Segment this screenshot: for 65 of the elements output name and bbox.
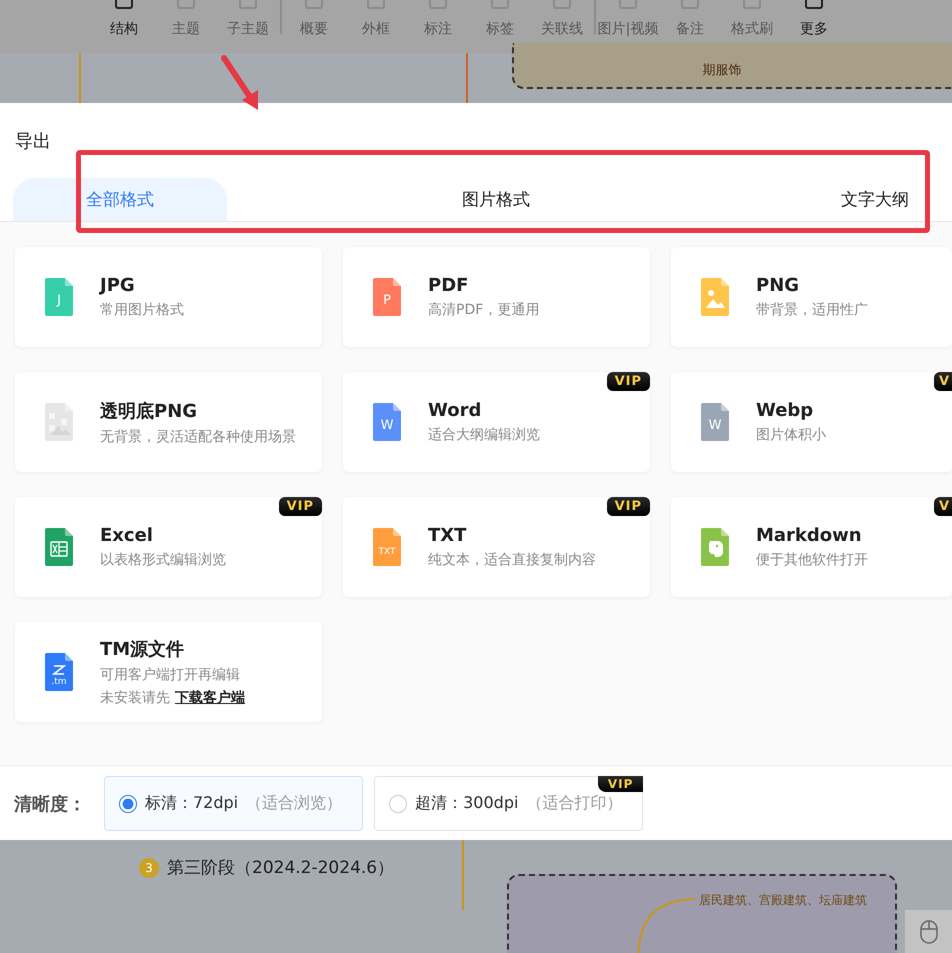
toolbar-button[interactable]: 更多 [783,0,845,38]
option-label: 标清：72dpi [145,793,238,814]
format-tab[interactable]: 图片格式 [227,178,765,221]
format-card[interactable]: J JPG 常用图片格式 [15,247,322,347]
vip-badge: VIP [606,497,650,516]
vip-badge: V [934,497,952,516]
format-description: 图片体积小 [756,426,826,444]
radio-button[interactable] [119,794,137,812]
format-card[interactable]: P PDF 高清PDF，更通用 [343,247,650,347]
vip-badge: VIP [278,497,322,516]
vip-badge: VIP [598,776,644,792]
format-description: 适合大纲编辑浏览 [428,426,540,444]
format-card[interactable]: PNG 带背景，适用性广 [671,247,952,347]
format-description: 无背景，灵活适配各种使用场景 [100,428,296,446]
file-icon: TXT [373,528,401,566]
option-note: （适合打印） [526,793,622,814]
format-name: TXT [428,525,468,546]
connector-line [637,896,697,953]
option-note: （适合浏览） [246,793,342,814]
file-icon: W [701,403,729,441]
vip-badge: V [934,372,952,391]
format-description: 高清PDF，更通用 [428,301,540,319]
format-card[interactable]: W Webp 图片体积小 V [671,372,952,472]
format-description: 便于其他软件打开 [756,551,868,569]
format-description: 纯文本，适合直接复制内容 [428,551,596,569]
format-card[interactable]: W Word 适合大纲编辑浏览 VIP [343,372,650,472]
radio-button[interactable] [389,794,408,812]
mindmap-node: 期服饰 [512,43,952,89]
node-label: 居民建筑、宫殿建筑、坛庙建筑 [699,892,867,909]
dialog-title: 导出 [14,130,52,152]
option-label: 超清：300dpi [415,793,518,814]
format-card[interactable]: .tm TM源文件 可用客户端打开再编辑 未安装请先 下载客户端 [15,622,322,722]
stage-number: 3 [139,858,159,878]
stage-title: 第三阶段（2024.2-2024.6） [167,857,394,879]
file-icon: J [45,278,73,316]
file-icon: P [373,278,401,316]
format-tab[interactable]: 文字大纲 [765,178,939,221]
format-description: 以表格形式编辑浏览 [100,551,226,569]
format-name: PNG [756,275,800,296]
install-hint: 未安装请先 [100,689,170,707]
file-icon: .tm [45,653,73,691]
format-name: Markdown [756,525,863,546]
vip-badge: VIP [606,372,650,391]
toolbar-button[interactable]: 结构 [93,0,155,38]
format-name: Word [428,400,482,421]
format-name: JPG [100,275,136,296]
mouse-button[interactable] [905,910,952,953]
format-card[interactable]: 透明底PNG 无背景，灵活适配各种使用场景 [15,372,322,472]
mouse-icon [920,920,938,944]
file-icon: W [373,403,401,441]
format-card[interactable]: Markdown 便于其他软件打开 V [671,497,952,597]
format-name: Excel [100,525,154,546]
resolution-label: 清晰度： [14,792,87,816]
format-name: PDF [428,275,470,296]
format-description: 带背景，适用性广 [756,301,868,319]
format-description: 可用客户端打开再编辑 [100,666,241,684]
format-description: 常用图片格式 [100,301,184,319]
format-card[interactable]: TXT TXT 纯文本，适合直接复制内容 VIP [343,497,650,597]
format-card[interactable]: Excel 以表格形式编辑浏览 VIP [15,497,322,597]
format-name: TM源文件 [100,638,186,661]
download-client-link[interactable]: 下载客户端 [175,689,245,707]
format-tab[interactable]: 全部格式 [13,178,227,221]
format-name: 透明底PNG [100,400,198,422]
format-name: Webp [756,400,814,421]
resolution-option[interactable]: 标清：72dpi （适合浏览） [104,776,364,831]
